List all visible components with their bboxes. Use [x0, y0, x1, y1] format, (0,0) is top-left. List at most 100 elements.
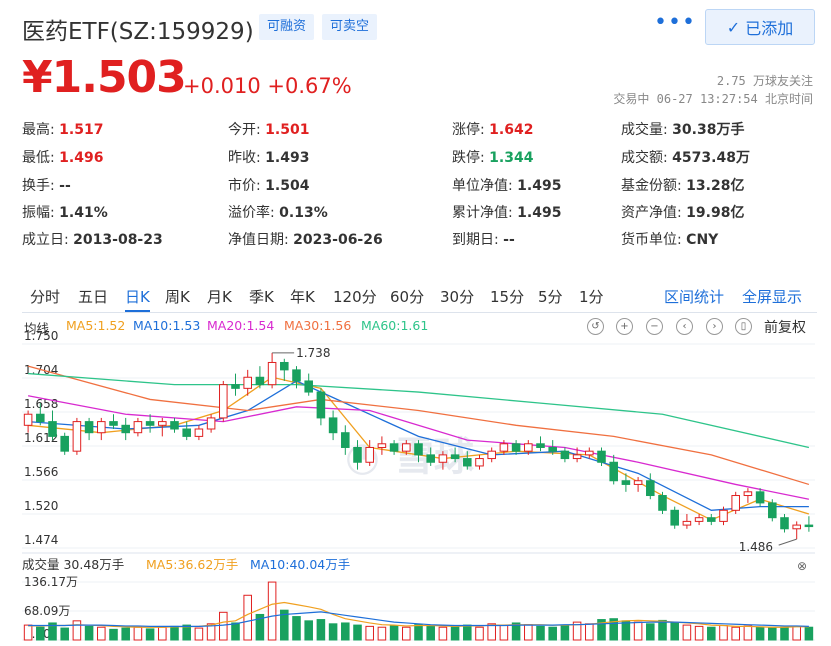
candle-body	[536, 443, 545, 448]
volume-bar	[560, 624, 570, 641]
candle-body	[682, 520, 692, 526]
volume-bar	[328, 623, 338, 641]
candle-body	[768, 502, 777, 519]
candle-body	[255, 376, 265, 386]
volume-bar	[792, 625, 801, 641]
volume-bar	[463, 624, 472, 641]
volume-bar	[267, 581, 277, 641]
candle-body	[316, 391, 326, 419]
candle-body	[60, 435, 69, 452]
volume-bar	[170, 625, 179, 641]
candle-body	[792, 524, 801, 530]
volume-bar	[36, 626, 45, 641]
volume-bar	[365, 625, 374, 641]
candle-body	[231, 384, 240, 389]
candle-body	[109, 421, 118, 426]
candle-body	[414, 443, 423, 456]
volume-bar	[731, 626, 740, 641]
y-tick-label: 1.566	[24, 465, 58, 479]
candle-body	[524, 443, 533, 452]
volume-bar	[804, 626, 814, 641]
volume-bar	[768, 627, 777, 641]
candle-body	[36, 413, 45, 423]
candle-body	[133, 421, 143, 434]
volume-bar	[694, 625, 704, 641]
volume-bar	[23, 624, 33, 641]
candle-body	[23, 413, 33, 426]
volume-bar	[60, 627, 69, 641]
candle-body	[72, 421, 82, 452]
candle-body	[597, 450, 606, 463]
volume-bar	[292, 616, 301, 641]
volume-bar	[743, 625, 753, 641]
candle-body	[48, 421, 57, 437]
candle-body	[511, 443, 521, 452]
candle-body	[365, 446, 374, 463]
volume-bar	[475, 626, 484, 641]
candle-body	[694, 517, 704, 522]
volume-bar	[426, 625, 435, 641]
candle-body	[450, 454, 460, 460]
candle-body	[158, 421, 167, 426]
volume-ma10-line	[28, 611, 809, 627]
candle-body	[389, 443, 399, 452]
candle-body	[145, 421, 155, 426]
candle-body	[658, 495, 667, 511]
candle-body	[304, 380, 313, 393]
volume-bar	[377, 626, 387, 641]
volume-legend-item: 成交量 30.48万手	[22, 557, 124, 572]
volume-bar	[438, 626, 448, 641]
close-volume-icon[interactable]: ⊗	[797, 559, 807, 573]
volume-tick-label: 68.09万	[24, 604, 70, 618]
candle-body	[731, 495, 740, 511]
candle-body	[707, 517, 716, 522]
volume-bar	[621, 620, 631, 641]
candle-body	[292, 369, 301, 382]
candle-body	[280, 361, 289, 371]
candle-body	[219, 384, 228, 419]
candle-body	[499, 443, 509, 452]
volume-bar	[194, 627, 204, 641]
volume-bar	[109, 628, 118, 641]
y-tick-label: 1.658	[24, 397, 58, 411]
volume-bar	[719, 625, 728, 641]
candle-body	[206, 417, 216, 430]
volume-bar	[780, 626, 789, 641]
volume-bar	[755, 626, 765, 641]
candle-body	[487, 450, 496, 460]
volume-bar	[633, 621, 643, 641]
volume-bar	[133, 626, 143, 641]
candle-body	[438, 454, 448, 463]
volume-bar	[682, 624, 692, 641]
volume-bar	[487, 623, 496, 641]
volume-bar	[499, 625, 509, 641]
volume-bar	[414, 624, 423, 641]
kline-chart[interactable]: 1.7501.7041.6581.6121.5661.5201.474◔ 雪球1…	[0, 0, 831, 646]
volume-bar	[341, 622, 350, 641]
candle-body	[719, 509, 728, 522]
volume-bar	[548, 626, 557, 641]
volume-bar	[243, 594, 252, 641]
y-tick-label: 1.750	[24, 329, 58, 343]
candle-body	[560, 450, 570, 460]
volume-bar	[353, 624, 362, 641]
volume-bar	[145, 628, 155, 641]
max-price-label: 1.738	[296, 346, 330, 360]
candle-body	[402, 443, 411, 452]
candle-body	[670, 509, 679, 526]
candle-body	[121, 424, 130, 434]
volume-legend-item: MA5:36.62万手	[146, 557, 238, 572]
candle-body	[463, 458, 472, 467]
candle-body	[572, 454, 582, 460]
volume-bar	[402, 626, 411, 641]
volume-bar	[658, 619, 667, 641]
candle-body	[353, 446, 362, 463]
volume-bar	[231, 622, 240, 641]
volume-bar	[670, 622, 679, 641]
candle-body	[426, 454, 435, 463]
candle-body	[548, 446, 557, 452]
volume-bar	[97, 626, 106, 641]
candle-body	[755, 491, 765, 504]
candle-body	[328, 417, 338, 434]
volume-bar	[646, 623, 655, 641]
